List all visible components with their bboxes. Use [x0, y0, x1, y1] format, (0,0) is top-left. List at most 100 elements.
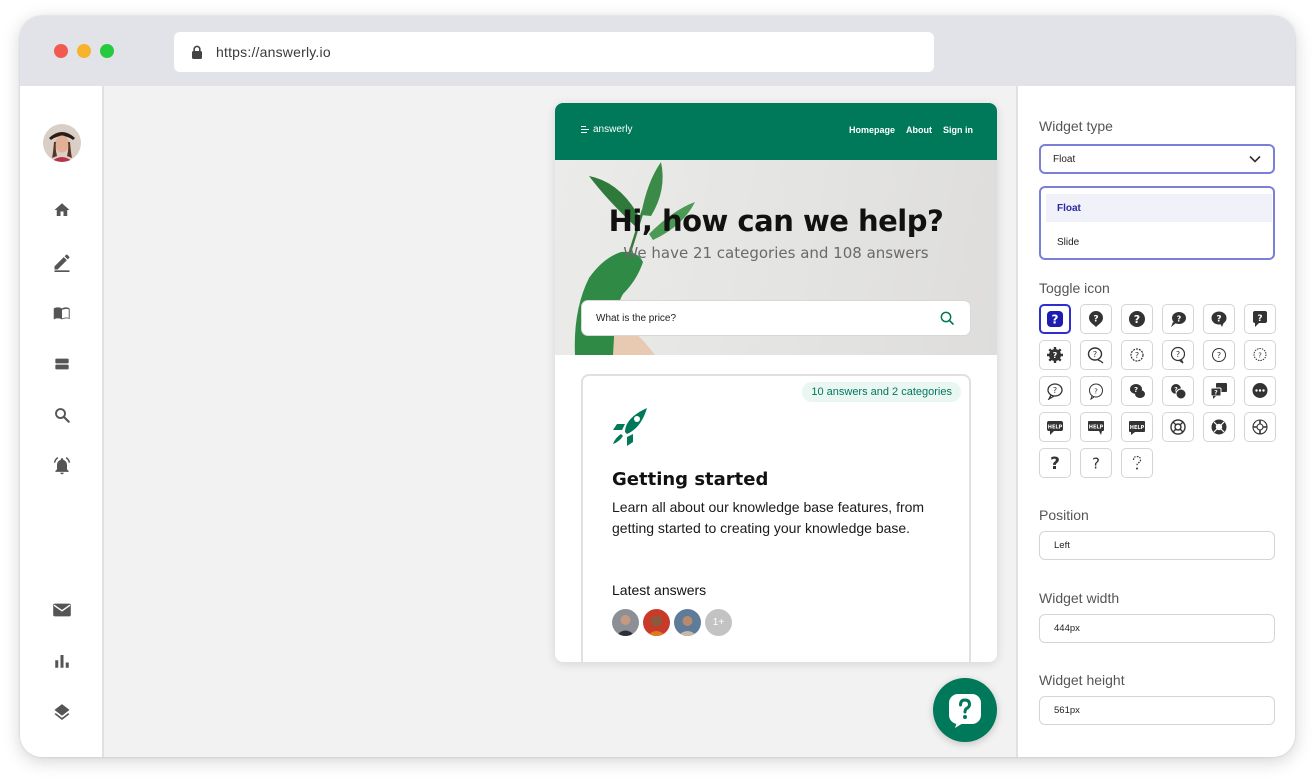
author-avatar — [612, 609, 639, 636]
nav-link-homepage[interactable]: Homepage — [849, 125, 895, 135]
svg-text:?: ? — [1176, 350, 1180, 359]
toggle-option-question-mark-dotted-icon[interactable] — [1121, 448, 1153, 478]
svg-text:?: ? — [1050, 454, 1060, 472]
svg-text:?: ? — [1217, 351, 1221, 360]
storage-icon[interactable] — [51, 353, 73, 375]
toggle-option-question-bubble-outline-icon[interactable]: ? — [1162, 340, 1194, 370]
toggle-option-question-speech-outline-icon[interactable]: ? — [1039, 376, 1071, 406]
toggle-option-question-square-bubble-icon[interactable]: ? — [1244, 304, 1276, 334]
toggle-option-lifebuoy-outline-icon[interactable] — [1162, 412, 1194, 442]
maximize-window-button[interactable] — [100, 44, 114, 58]
svg-text:?: ? — [1258, 352, 1262, 360]
search-icon[interactable] — [51, 404, 73, 426]
nav-link-sign-in[interactable]: Sign in — [943, 125, 973, 135]
toggle-icon-label: Toggle icon — [1039, 280, 1110, 296]
search-icon[interactable] — [938, 309, 956, 327]
category-card[interactable]: 10 answers and 2 categories Getting star… — [581, 374, 971, 662]
toggle-option-question-mark-icon[interactable]: ? — [1080, 448, 1112, 478]
toggle-option-question-gear-outline-icon[interactable]: ? — [1121, 340, 1153, 370]
svg-text:?: ? — [1216, 315, 1221, 325]
position-label: Position — [1039, 507, 1089, 523]
browser-window: https://answerly.io answerly Homepage Ab… — [20, 16, 1295, 757]
widget-width-field[interactable]: 444px — [1039, 614, 1275, 643]
toggle-option-question-square-icon[interactable]: ? — [1039, 304, 1071, 334]
user-avatar[interactable] — [43, 124, 81, 162]
toggle-option-question-dotted-bubble-icon[interactable]: ? — [1244, 340, 1276, 370]
toggle-option-lifebuoy-icon[interactable] — [1203, 412, 1235, 442]
widget-height-label: Widget height — [1039, 672, 1125, 688]
hero-title: Hi, how can we help? — [608, 204, 944, 238]
svg-text:?: ? — [1052, 313, 1059, 327]
widget-toggle-button[interactable] — [933, 678, 997, 742]
more-authors-badge: 1+ — [705, 609, 732, 636]
svg-text:?: ? — [1134, 313, 1140, 326]
logo-lines-icon — [581, 126, 589, 133]
nav-link-about[interactable]: About — [906, 125, 932, 135]
bar-chart-icon[interactable] — [51, 650, 73, 672]
toggle-option-help-tag-icon[interactable]: HELP — [1080, 412, 1112, 442]
url-text: https://answerly.io — [216, 44, 331, 60]
latest-answers-label: Latest answers — [612, 582, 707, 598]
edit-icon[interactable] — [51, 251, 73, 273]
toggle-option-question-thin-bubble-icon[interactable]: ? — [1203, 340, 1235, 370]
minimize-window-button[interactable] — [77, 44, 91, 58]
option-float[interactable]: Float — [1046, 194, 1272, 222]
layers-icon[interactable] — [51, 701, 73, 723]
svg-text:HELP: HELP — [1048, 425, 1063, 431]
help-question-icon — [949, 694, 981, 728]
app-sidebar — [20, 86, 104, 757]
toggle-option-question-gear-icon[interactable]: ? — [1039, 340, 1071, 370]
toggle-option-help-box-icon[interactable]: HELP — [1121, 412, 1153, 442]
toggle-option-question-chat-outline-icon[interactable]: ? — [1080, 340, 1112, 370]
position-field[interactable]: Left — [1039, 531, 1275, 560]
category-description: Learn all about our knowledge base featu… — [612, 499, 925, 536]
toggle-option-question-bubble-icon[interactable]: ? — [1203, 304, 1235, 334]
toggle-option-chat-dots-icon[interactable] — [1244, 376, 1276, 406]
option-slide[interactable]: Slide — [1046, 228, 1272, 256]
widget-preview: answerly Homepage About Sign in Hi, how … — [555, 103, 997, 662]
widget-height-field[interactable]: 561px — [1039, 696, 1275, 725]
settings-panel: Widget type Float Float Slide Toggle ico… — [1016, 86, 1295, 757]
lock-icon — [190, 44, 204, 60]
svg-text:?: ? — [1174, 387, 1178, 394]
toggle-option-help-bubble-icon[interactable]: HELP — [1039, 412, 1071, 442]
toggle-option-question-pin-icon[interactable]: ? — [1080, 304, 1112, 334]
toggle-option-question-circle-icon[interactable]: ? — [1121, 304, 1153, 334]
widget-type-select[interactable]: Float — [1039, 144, 1275, 174]
widget-logo[interactable]: answerly — [581, 124, 632, 135]
category-title: Getting started — [612, 469, 769, 490]
toggle-option-question-thin-speech-icon[interactable]: ? — [1080, 376, 1112, 406]
chevron-down-icon — [1249, 153, 1261, 165]
toggle-option-question-chats-icon[interactable]: ? — [1162, 376, 1194, 406]
alarm-bell-icon[interactable] — [51, 455, 73, 477]
svg-text:?: ? — [1093, 315, 1098, 325]
svg-text:?: ? — [1135, 351, 1139, 360]
svg-text:HELP: HELP — [1130, 425, 1145, 431]
widget-type-dropdown: Float Slide — [1039, 186, 1275, 260]
toggle-option-question-chat-icon[interactable]: ? — [1162, 304, 1194, 334]
widget-type-label: Widget type — [1039, 118, 1113, 134]
home-icon[interactable] — [51, 199, 73, 221]
svg-text:?: ? — [1134, 386, 1138, 394]
hero-subtitle: We have 21 categories and 108 answers — [623, 244, 929, 262]
address-bar[interactable]: https://answerly.io — [174, 32, 934, 72]
mail-icon[interactable] — [51, 599, 73, 621]
toggle-option-lifebuoy-thin-icon[interactable] — [1244, 412, 1276, 442]
close-window-button[interactable] — [54, 44, 68, 58]
toggle-option-question-mark-bold-icon[interactable]: ? — [1039, 448, 1071, 478]
author-avatar — [674, 609, 701, 636]
author-avatars: 1+ — [612, 609, 732, 636]
widget-brand-name: answerly — [593, 124, 633, 135]
author-avatar — [643, 609, 670, 636]
svg-text:?: ? — [1214, 390, 1218, 397]
toggle-option-question-double-chat-icon[interactable]: ? — [1121, 376, 1153, 406]
book-icon[interactable] — [51, 302, 73, 324]
widget-hero: Hi, how can we help? We have 21 categori… — [555, 160, 997, 355]
toggle-option-question-forum-icon[interactable]: ? — [1203, 376, 1235, 406]
browser-titlebar: https://answerly.io — [20, 16, 1295, 86]
svg-text:?: ? — [1094, 388, 1098, 396]
widget-search-input[interactable]: What is the price? — [581, 300, 971, 336]
widget-width-label: Widget width — [1039, 590, 1120, 606]
widget-type-value: Float — [1053, 153, 1076, 165]
widget-navbar: answerly Homepage About Sign in — [555, 103, 997, 160]
